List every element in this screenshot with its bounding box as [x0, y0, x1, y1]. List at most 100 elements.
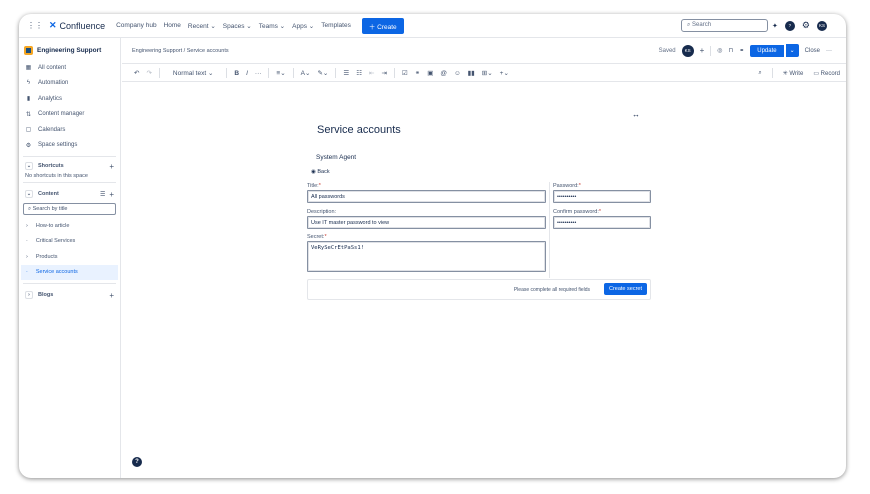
- layout-icon[interactable]: ▮▮: [468, 69, 475, 77]
- content-manager-icon: ⇅: [25, 111, 32, 118]
- app-switcher-icon[interactable]: ⋮⋮: [27, 21, 43, 30]
- undo-icon[interactable]: ↶: [134, 69, 139, 77]
- italic-icon[interactable]: I: [246, 70, 248, 77]
- search-by-title-input[interactable]: ⌕ Search by title: [23, 203, 116, 215]
- bullet-list-icon[interactable]: ☰: [343, 69, 349, 77]
- chevron-right-icon[interactable]: ›: [26, 223, 28, 229]
- description-label: Description:: [307, 209, 337, 215]
- space-header[interactable]: Engineering Support: [19, 38, 120, 55]
- password-label: Password:*: [553, 183, 581, 189]
- outdent-icon[interactable]: ⇤: [369, 69, 374, 77]
- expand-width-icon[interactable]: ↔: [632, 110, 640, 119]
- indent-icon[interactable]: ⇥: [381, 69, 386, 77]
- close-button[interactable]: Close: [805, 48, 820, 54]
- lightning-icon: ϟ: [26, 80, 31, 87]
- sidebar-item-content-manager[interactable]: ⇅ Content manager: [19, 107, 120, 123]
- comment-icon[interactable]: ◎: [717, 47, 722, 54]
- bullet-icon: ·: [26, 269, 28, 276]
- tree-item-service-accounts[interactable]: · Service accounts: [21, 264, 118, 280]
- shortcuts-section[interactable]: ⌄ Shortcuts +: [19, 159, 120, 173]
- help-button[interactable]: ?: [132, 457, 142, 467]
- chevron-down-icon[interactable]: ⌄: [25, 190, 33, 198]
- add-collaborator-icon[interactable]: +: [700, 46, 705, 55]
- text-color-icon[interactable]: A⌄: [301, 69, 311, 77]
- divider: [393, 68, 395, 78]
- filter-icon[interactable]: ☰: [100, 191, 105, 198]
- table-icon[interactable]: ⊞⌄: [482, 69, 493, 77]
- sidebar-item-calendars[interactable]: ▢ Calendars: [19, 122, 120, 138]
- secret-label: Secret:*: [307, 234, 327, 240]
- confluence-icon: ✕: [49, 20, 57, 30]
- video-icon: ▭: [813, 70, 819, 77]
- sidebar-item-all-content[interactable]: ▦ All content: [19, 60, 120, 76]
- task-icon[interactable]: ☑: [402, 69, 408, 77]
- divider: [335, 68, 337, 78]
- find-icon[interactable]: ⌕: [758, 70, 761, 77]
- calendar-icon: ▢: [25, 127, 32, 134]
- create-secret-button[interactable]: Create secret: [603, 283, 647, 295]
- numbered-list-icon[interactable]: ☷: [356, 69, 362, 77]
- add-blog-icon[interactable]: +: [109, 291, 114, 300]
- nav-home[interactable]: Home: [164, 22, 181, 29]
- nav-templates[interactable]: Templates: [321, 22, 351, 29]
- description-input[interactable]: Use IT master password to view: [307, 216, 546, 229]
- grid-icon: ▦: [25, 65, 32, 72]
- nav-company-hub[interactable]: Company hub: [116, 22, 156, 29]
- required-marker: *: [324, 234, 327, 240]
- tree-item-how-to-article[interactable]: › How-to article: [19, 218, 120, 234]
- divider: [771, 68, 773, 78]
- secret-textarea[interactable]: VeRySeCrEtPaSs1!: [307, 241, 546, 272]
- help-icon[interactable]: ?: [784, 20, 795, 31]
- update-button[interactable]: Update: [750, 44, 784, 57]
- search-input[interactable]: ⌕ Search: [681, 19, 768, 32]
- chart-icon: ▮: [26, 96, 31, 103]
- insert-icon[interactable]: +⌄: [500, 69, 509, 77]
- mention-icon[interactable]: @: [440, 70, 447, 77]
- chevron-right-icon[interactable]: ›: [25, 291, 33, 299]
- tree-item-critical-services[interactable]: · Critical Services: [19, 234, 120, 250]
- sidebar-item-analytics[interactable]: ▮ Analytics: [19, 91, 120, 107]
- add-content-icon[interactable]: +: [109, 190, 114, 199]
- highlight-icon[interactable]: ✎⌄: [317, 69, 328, 77]
- lock-icon[interactable]: ⊓: [729, 47, 734, 54]
- confirm-password-input[interactable]: ••••••••••: [553, 216, 651, 229]
- text-style-dropdown[interactable]: Normal text ⌄: [173, 69, 213, 77]
- title-input[interactable]: All passwords: [307, 190, 546, 203]
- record-button[interactable]: ▭ Record: [813, 70, 840, 77]
- password-input[interactable]: ••••••••••: [553, 190, 651, 203]
- breadcrumb-page[interactable]: Service accounts: [187, 48, 229, 54]
- image-icon[interactable]: ▣: [427, 69, 433, 77]
- back-icon: ◉: [311, 169, 316, 175]
- sidebar-item-automation[interactable]: ϟ Automation: [19, 76, 120, 92]
- sidebar-item-space-settings[interactable]: ⚙ Space settings: [19, 138, 120, 154]
- emoji-icon[interactable]: ☺: [454, 70, 461, 77]
- collaborator-avatar[interactable]: KS: [681, 44, 694, 57]
- chevron-right-icon[interactable]: ›: [26, 254, 28, 260]
- more-icon[interactable]: ···: [826, 48, 832, 54]
- bold-icon[interactable]: B: [234, 70, 239, 77]
- update-options-button[interactable]: ⌄: [784, 44, 799, 57]
- settings-icon[interactable]: ⚙: [802, 20, 810, 31]
- nav-apps[interactable]: Apps ⌄: [292, 22, 314, 30]
- chevron-down-icon[interactable]: ⌄: [25, 162, 33, 170]
- confluence-logo[interactable]: ✕ Confluence: [49, 20, 105, 31]
- create-button[interactable]: ＋ Create: [361, 17, 404, 34]
- avatar[interactable]: KS: [816, 20, 827, 31]
- nav-recent[interactable]: Recent ⌄: [188, 22, 216, 30]
- align-icon[interactable]: ≡⌄: [276, 69, 285, 77]
- confirm-password-label: Confirm password:*: [553, 209, 601, 215]
- add-shortcut-icon[interactable]: +: [109, 162, 114, 171]
- redo-icon[interactable]: ↷: [146, 69, 151, 77]
- notifications-icon[interactable]: ✦: [772, 22, 778, 30]
- back-button[interactable]: ◉ Back: [311, 169, 330, 175]
- breadcrumb-space[interactable]: Engineering Support: [132, 48, 182, 54]
- nav-teams[interactable]: Teams ⌄: [259, 22, 285, 30]
- nav-spaces[interactable]: Spaces ⌄: [223, 22, 252, 30]
- more-formatting-icon[interactable]: ···: [255, 70, 262, 77]
- write-button[interactable]: ✳ Write: [783, 70, 804, 77]
- content-section[interactable]: ⌄ Content ☰ +: [19, 187, 120, 201]
- link-icon[interactable]: ⚭: [739, 47, 744, 54]
- tree-item-products[interactable]: › Products: [19, 249, 120, 265]
- blogs-section[interactable]: › Blogs +: [19, 288, 120, 302]
- link-icon[interactable]: ⚭: [415, 69, 420, 77]
